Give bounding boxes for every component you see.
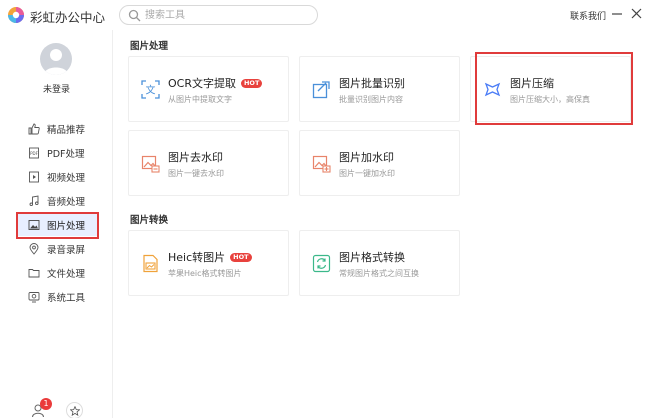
user-avatar-icon	[44, 49, 68, 75]
svg-text:PDF: PDF	[30, 151, 38, 156]
image-icon	[28, 220, 40, 230]
card-heic[interactable]: Heic转图片 HOT 苹果Heic格式转图片	[128, 230, 289, 296]
sidebar-item-file[interactable]: 文件处理	[18, 262, 98, 284]
card-desc: 从图片中提取文字	[168, 95, 232, 104]
avatar[interactable]	[40, 43, 72, 75]
minimize-icon[interactable]	[611, 8, 623, 20]
sidebar-item-label: 文件处理	[47, 269, 86, 280]
favorite-button[interactable]	[66, 402, 83, 418]
close-icon[interactable]	[630, 7, 643, 20]
sidebar-item-label: PDF处理	[47, 149, 85, 160]
card-title: 图片去水印	[168, 151, 223, 164]
contact-us-link[interactable]: 联系我们	[570, 9, 606, 22]
star-icon	[70, 406, 80, 416]
folder-icon	[28, 269, 40, 278]
card-desc: 图片一键加水印	[339, 169, 395, 178]
hot-badge: HOT	[240, 78, 263, 88]
card-title: Heic转图片 HOT	[168, 249, 252, 265]
music-icon	[29, 195, 39, 207]
sidebar-item-label: 音频处理	[47, 197, 86, 208]
compress-icon	[484, 82, 501, 97]
section-title-image-processing: 图片处理	[130, 41, 169, 52]
batch-recognize-icon	[312, 81, 330, 99]
section-title-image-conversion: 图片转换	[130, 215, 169, 226]
card-remove-watermark[interactable]: 图片去水印 图片一键去水印	[128, 130, 289, 196]
card-compress[interactable]: 图片压缩 图片压缩大小，高保真	[470, 56, 631, 122]
card-desc: 苹果Heic格式转图片	[168, 269, 242, 278]
card-title: OCR文字提取 HOT	[168, 75, 263, 91]
sidebar-item-pdf[interactable]: PDF PDF处理	[18, 142, 98, 164]
add-watermark-icon	[312, 155, 331, 173]
sidebar-item-video[interactable]: 视频处理	[18, 166, 98, 188]
login-status[interactable]: 未登录	[0, 82, 113, 95]
search-input[interactable]	[145, 7, 310, 23]
card-title: 图片格式转换	[339, 251, 405, 264]
card-batch-recognize[interactable]: 图片批量识别 批量识别图片内容	[299, 56, 460, 122]
sidebar-item-label: 视频处理	[47, 173, 86, 184]
app-title: 彩虹办公中心	[30, 10, 106, 25]
heic-icon	[143, 254, 158, 273]
card-desc: 常规图片格式之间互换	[339, 269, 419, 278]
sidebar-item-recording[interactable]: 录音录屏	[18, 238, 98, 260]
thumbs-up-icon	[28, 123, 40, 135]
sidebar-item-system[interactable]: 系统工具	[18, 286, 98, 308]
remove-watermark-icon	[141, 155, 160, 173]
ocr-icon: 文	[141, 80, 160, 99]
sidebar-item-image[interactable]: 图片处理	[18, 214, 98, 236]
card-desc: 图片一键去水印	[168, 169, 224, 178]
card-title: 图片加水印	[339, 151, 394, 164]
sidebar-item-audio[interactable]: 音频处理	[18, 190, 98, 212]
search-icon	[128, 9, 141, 22]
svg-text:文: 文	[146, 84, 156, 97]
app-logo-icon	[8, 7, 24, 23]
hot-badge: HOT	[230, 252, 252, 262]
pdf-icon: PDF	[29, 147, 39, 159]
card-format-convert[interactable]: 图片格式转换 常规图片格式之间互换	[299, 230, 460, 296]
search-box[interactable]	[119, 5, 318, 25]
card-title: 图片压缩	[510, 77, 554, 90]
sidebar-item-label: 录音录屏	[47, 245, 86, 256]
notification-badge: 1	[40, 398, 52, 410]
card-ocr[interactable]: 文 OCR文字提取 HOT 从图片中提取文字	[128, 56, 289, 122]
sidebar-item-label: 图片处理	[47, 221, 86, 232]
card-add-watermark[interactable]: 图片加水印 图片一键加水印	[299, 130, 460, 196]
card-desc: 批量识别图片内容	[339, 95, 403, 104]
sidebar-item-label: 系统工具	[47, 293, 86, 304]
card-title: 图片批量识别	[339, 77, 405, 90]
card-desc: 图片压缩大小，高保真	[510, 95, 590, 104]
video-icon	[29, 171, 39, 183]
system-tool-icon	[28, 292, 40, 303]
location-icon	[29, 243, 39, 255]
sidebar-item-label: 精品推荐	[47, 125, 86, 136]
title-bar: 彩虹办公中心 联系我们	[0, 0, 650, 30]
format-convert-icon	[312, 254, 331, 273]
sidebar-item-recommend[interactable]: 精品推荐	[18, 118, 98, 140]
